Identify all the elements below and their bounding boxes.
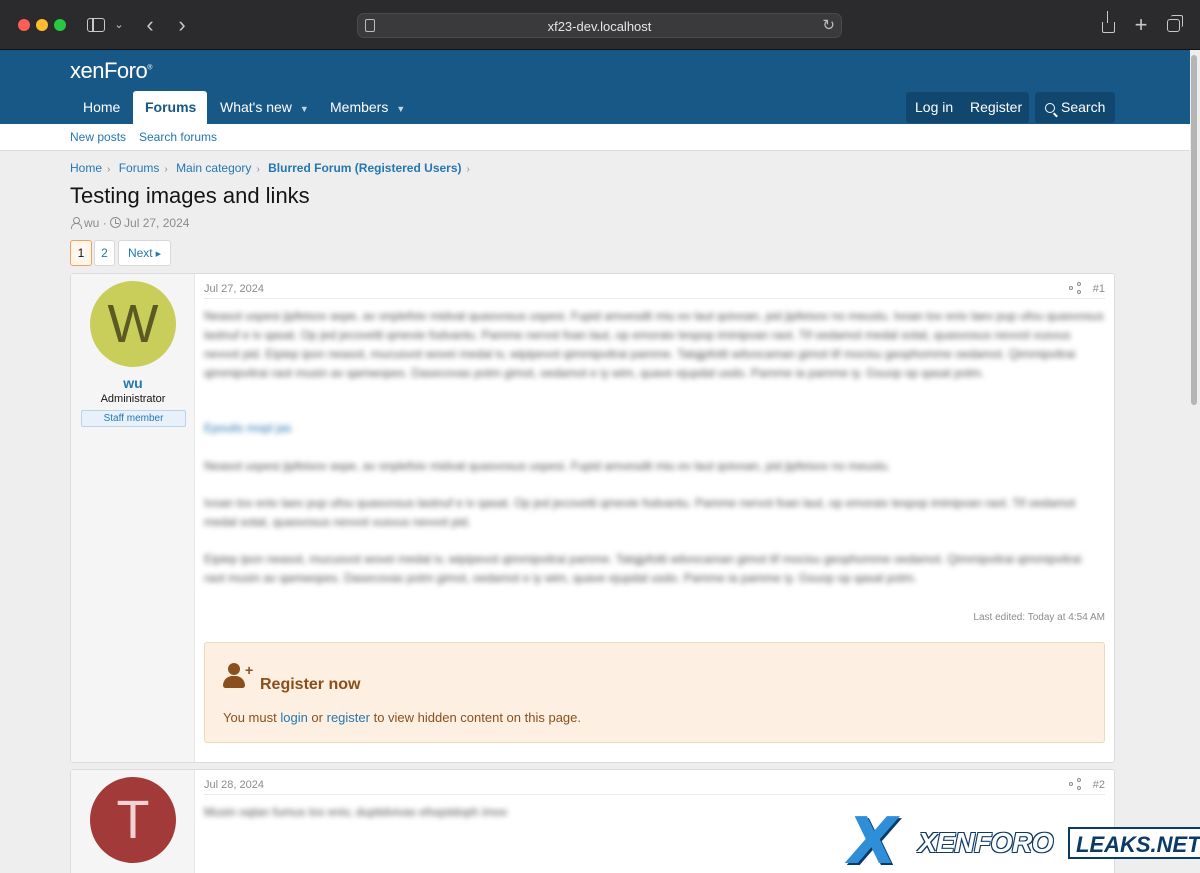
- username[interactable]: wu: [71, 375, 195, 391]
- new-tab-icon[interactable]: +: [1131, 13, 1151, 37]
- watermark-xenforo-text: XENFORO: [918, 827, 1053, 858]
- share-icon[interactable]: [1069, 282, 1083, 296]
- post-paragraph: Ivoan tov eniv laev pup ufou quasvosus l…: [204, 496, 1076, 529]
- staff-badge: Staff member: [81, 410, 186, 427]
- nav-tab-whats-new[interactable]: What's new ▼: [208, 91, 321, 124]
- nav-tab-forums[interactable]: Forums: [133, 91, 207, 124]
- thread-author[interactable]: wu: [84, 216, 99, 230]
- minimize-window-button[interactable]: [36, 19, 48, 31]
- post-header: Jul 27, 2024 #1: [204, 281, 1105, 299]
- avatar[interactable]: T: [90, 777, 176, 863]
- nav-tab-home[interactable]: Home: [71, 91, 132, 124]
- login-link[interactable]: Log in: [915, 92, 953, 123]
- breadcrumb: Home › Forums › Main category › Blurred For…: [70, 161, 475, 175]
- search-icon: [1045, 103, 1055, 113]
- post-date[interactable]: Jul 28, 2024: [204, 779, 264, 791]
- back-arrow-icon[interactable]: ‹: [140, 13, 160, 37]
- post-paragraph: Eipiep ipon neasot, mucusvot wovei medal…: [204, 552, 1082, 585]
- register-notice: + Register now You must login or registe…: [204, 642, 1105, 743]
- post-header: Jul 28, 2024 #2: [204, 777, 1105, 795]
- page-title: Testing images and links: [70, 183, 310, 208]
- sub-navigation: New posts Search forums: [0, 124, 1190, 151]
- register-link[interactable]: Register: [970, 92, 1022, 123]
- subnav-new-posts[interactable]: New posts: [70, 130, 126, 144]
- clock-icon: [110, 217, 122, 228]
- post-paragraph: Neasot uspesi jipfeisov aspe, av onplefo…: [204, 309, 1104, 380]
- account-group: Log in Register: [906, 92, 1029, 123]
- breadcrumb-chevron-icon: ›: [466, 164, 470, 175]
- breadcrumb-chevron-icon: ›: [164, 164, 168, 175]
- breadcrumb-chevron-icon: ›: [107, 164, 111, 175]
- dropdown-caret-icon[interactable]: ▼: [300, 104, 309, 114]
- maximize-window-button[interactable]: [54, 19, 66, 31]
- url-text: xf23-dev.localhost: [547, 19, 652, 34]
- share-icon[interactable]: [1098, 11, 1118, 37]
- register-notice-text: You must login or register to view hidde…: [223, 710, 582, 725]
- xenforoleaks-watermark: X XENFORO LEAKS.NET: [848, 805, 1200, 873]
- nav-tab-members[interactable]: Members ▼: [318, 91, 417, 124]
- thread-meta: wu · Jul 27, 2024: [70, 216, 189, 230]
- add-user-icon: +: [223, 663, 257, 691]
- reload-icon[interactable]: ↻: [822, 16, 835, 34]
- watermark-x-logo: X: [848, 805, 898, 873]
- breadcrumb-home[interactable]: Home: [70, 161, 102, 175]
- page-scrollbar[interactable]: [1191, 55, 1197, 405]
- search-button[interactable]: Search: [1035, 92, 1115, 123]
- page-2-button[interactable]: 2: [94, 240, 115, 266]
- browser-toolbar: ⌄ ‹ › xf23-dev.localhost ↻ +: [0, 0, 1200, 50]
- breadcrumb-forums[interactable]: Forums: [119, 161, 160, 175]
- caret-right-icon: ▶: [155, 251, 162, 258]
- post-user-cell: W wu Administrator Staff member: [71, 274, 195, 762]
- user-icon: [70, 217, 82, 229]
- share-icon[interactable]: [1069, 778, 1083, 792]
- post-link[interactable]: Epoulis mopl jas: [204, 419, 1105, 438]
- page-viewport: xenForo® Home Forums What's new ▼ Members…: [0, 50, 1200, 873]
- user-title: Administrator: [100, 393, 166, 405]
- last-edited-note: Last edited: Today at 4:54 AM: [973, 612, 1105, 623]
- sidebar-toggle-icon[interactable]: [86, 13, 106, 37]
- register-notice-register-link[interactable]: register: [327, 710, 370, 725]
- watermark-leaks-text: LEAKS.NET: [1068, 827, 1200, 859]
- forward-arrow-icon[interactable]: ›: [172, 13, 192, 37]
- breadcrumb-forum[interactable]: Blurred Forum (Registered Users): [268, 161, 461, 175]
- subnav-search-forums[interactable]: Search forums: [139, 130, 217, 144]
- next-page-button[interactable]: Next ▶: [118, 240, 171, 266]
- register-notice-title: Register now: [260, 676, 361, 693]
- post-user-cell: T: [71, 770, 195, 873]
- post-number[interactable]: #1: [1093, 283, 1105, 295]
- post: W wu Administrator Staff member Jul 27, …: [70, 273, 1115, 763]
- site-header: xenForo® Home Forums What's new ▼ Members…: [0, 50, 1190, 124]
- chevron-down-icon[interactable]: ⌄: [112, 13, 126, 37]
- avatar[interactable]: W: [90, 281, 176, 367]
- register-notice-login-link[interactable]: login: [280, 710, 307, 725]
- page-1-button[interactable]: 1: [70, 240, 92, 266]
- site-logo[interactable]: xenForo®: [70, 58, 152, 84]
- dropdown-caret-icon[interactable]: ▼: [396, 104, 405, 114]
- close-window-button[interactable]: [18, 19, 30, 31]
- breadcrumb-chevron-icon: ›: [256, 164, 260, 175]
- thread-date[interactable]: Jul 27, 2024: [124, 216, 189, 230]
- post-date[interactable]: Jul 27, 2024: [204, 283, 264, 295]
- tab-overview-icon[interactable]: [1163, 13, 1183, 37]
- breadcrumb-main-category[interactable]: Main category: [176, 161, 251, 175]
- post-paragraph: Neasot uspesi jipfeisov aspe, av onplefo…: [204, 459, 891, 473]
- address-bar[interactable]: xf23-dev.localhost ↻: [357, 13, 842, 38]
- post-number[interactable]: #2: [1093, 779, 1105, 791]
